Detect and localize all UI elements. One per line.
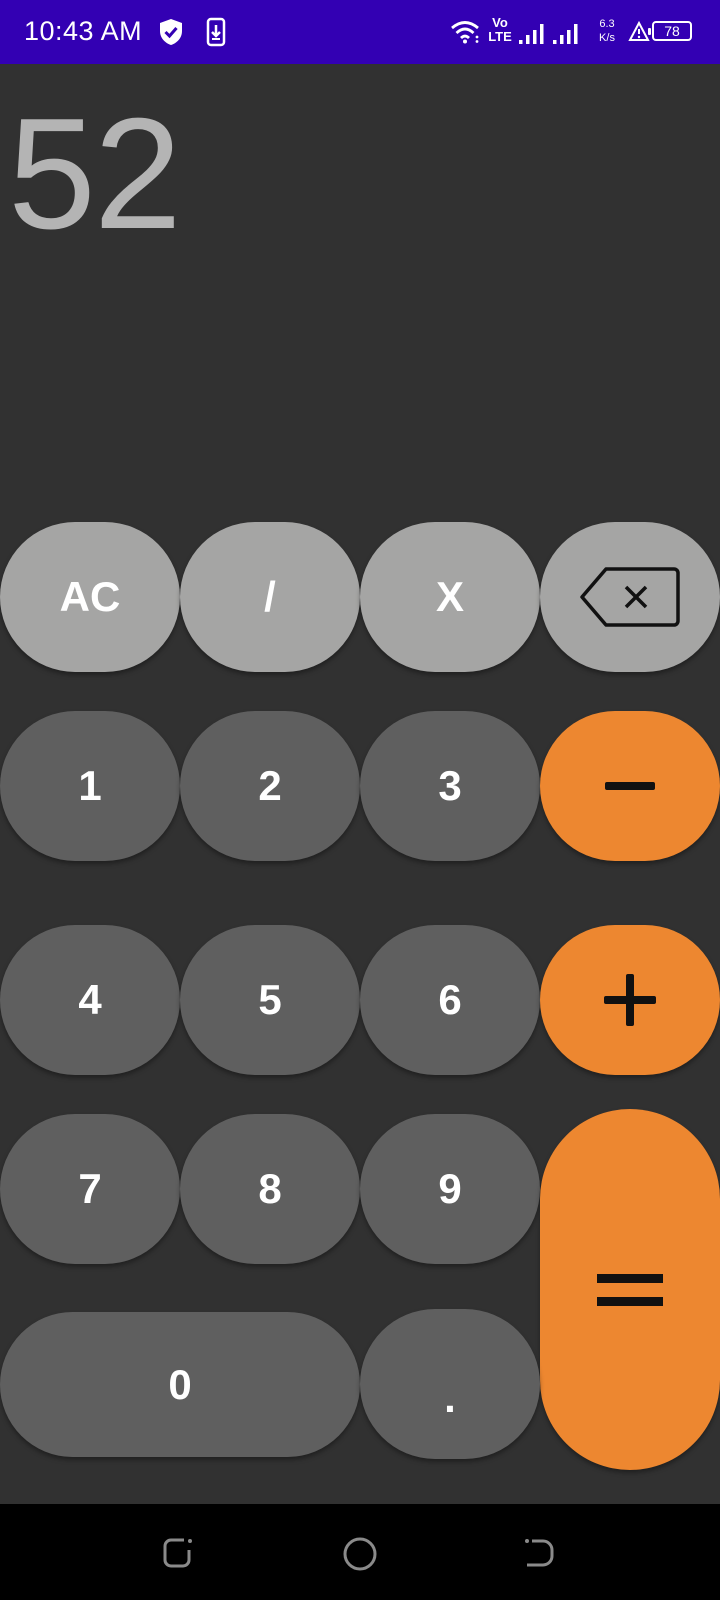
plus-button[interactable]	[540, 925, 720, 1075]
decimal-label: .	[444, 1374, 456, 1421]
recent-apps-icon[interactable]	[162, 1537, 196, 1569]
battery-icon: 78	[648, 21, 692, 41]
battery-nub	[648, 28, 651, 35]
status-time: 10:43 AM	[24, 16, 143, 46]
shield-check-icon	[160, 19, 182, 45]
decimal-button[interactable]: .	[360, 1309, 540, 1459]
network-type-bottom: LTE	[488, 29, 512, 44]
multiply-button-label: X	[435, 573, 464, 620]
digit-5-label: 5	[258, 976, 282, 1023]
network-speed: 6.3 K/s	[592, 17, 622, 45]
battery-level: 78	[664, 23, 680, 39]
digit-7-button[interactable]: 7	[0, 1114, 180, 1264]
navigation-bar	[0, 1504, 720, 1600]
digit-5-button[interactable]: 5	[180, 925, 360, 1075]
equals-icon	[597, 1273, 663, 1306]
minus-icon	[605, 782, 655, 790]
equals-button[interactable]	[540, 1109, 720, 1470]
digit-2-label: 2	[258, 762, 282, 809]
minus-button[interactable]	[540, 711, 720, 861]
multiply-button[interactable]: X	[360, 522, 540, 672]
digit-7-label: 7	[78, 1165, 102, 1212]
digit-0-label: 0	[168, 1360, 192, 1408]
digit-6-label: 6	[438, 976, 462, 1023]
digit-9-label: 9	[438, 1165, 462, 1212]
digit-8-button[interactable]: 8	[180, 1114, 360, 1264]
clear-button[interactable]: AC	[0, 522, 180, 672]
network-type-top: Vo	[492, 15, 508, 30]
network-speed-unit: K/s	[599, 32, 615, 44]
home-icon[interactable]	[342, 1536, 378, 1572]
back-icon[interactable]	[522, 1537, 556, 1569]
clear-button-label: AC	[59, 573, 121, 620]
digit-4-label: 4	[78, 976, 102, 1023]
network-type: Vo LTE	[485, 16, 515, 44]
download-icon	[206, 17, 226, 47]
result-display: 52	[8, 86, 182, 262]
digit-6-button[interactable]: 6	[360, 925, 540, 1075]
backspace-button[interactable]	[540, 522, 720, 672]
digit-1-button[interactable]: 1	[0, 711, 180, 861]
digit-0-button[interactable]: 0	[0, 1312, 360, 1457]
wifi-icon	[451, 21, 479, 44]
signal-icon	[553, 24, 578, 44]
digit-3-button[interactable]: 3	[360, 711, 540, 861]
plus-icon	[604, 974, 656, 1026]
warning-icon	[628, 21, 650, 41]
backspace-icon	[580, 567, 680, 627]
divide-button[interactable]: /	[180, 522, 360, 672]
digit-4-button[interactable]: 4	[0, 925, 180, 1075]
network-speed-value: 6.3	[599, 18, 615, 30]
digit-2-button[interactable]: 2	[180, 711, 360, 861]
digit-8-label: 8	[258, 1165, 282, 1212]
digit-1-label: 1	[78, 762, 102, 809]
divide-button-label: /	[264, 573, 276, 620]
signal-icon	[519, 24, 544, 44]
digit-3-label: 3	[438, 762, 462, 809]
status-bar: 10:43 AM Vo LTE 6.3 K/s 78	[0, 0, 720, 64]
digit-9-button[interactable]: 9	[360, 1114, 540, 1264]
